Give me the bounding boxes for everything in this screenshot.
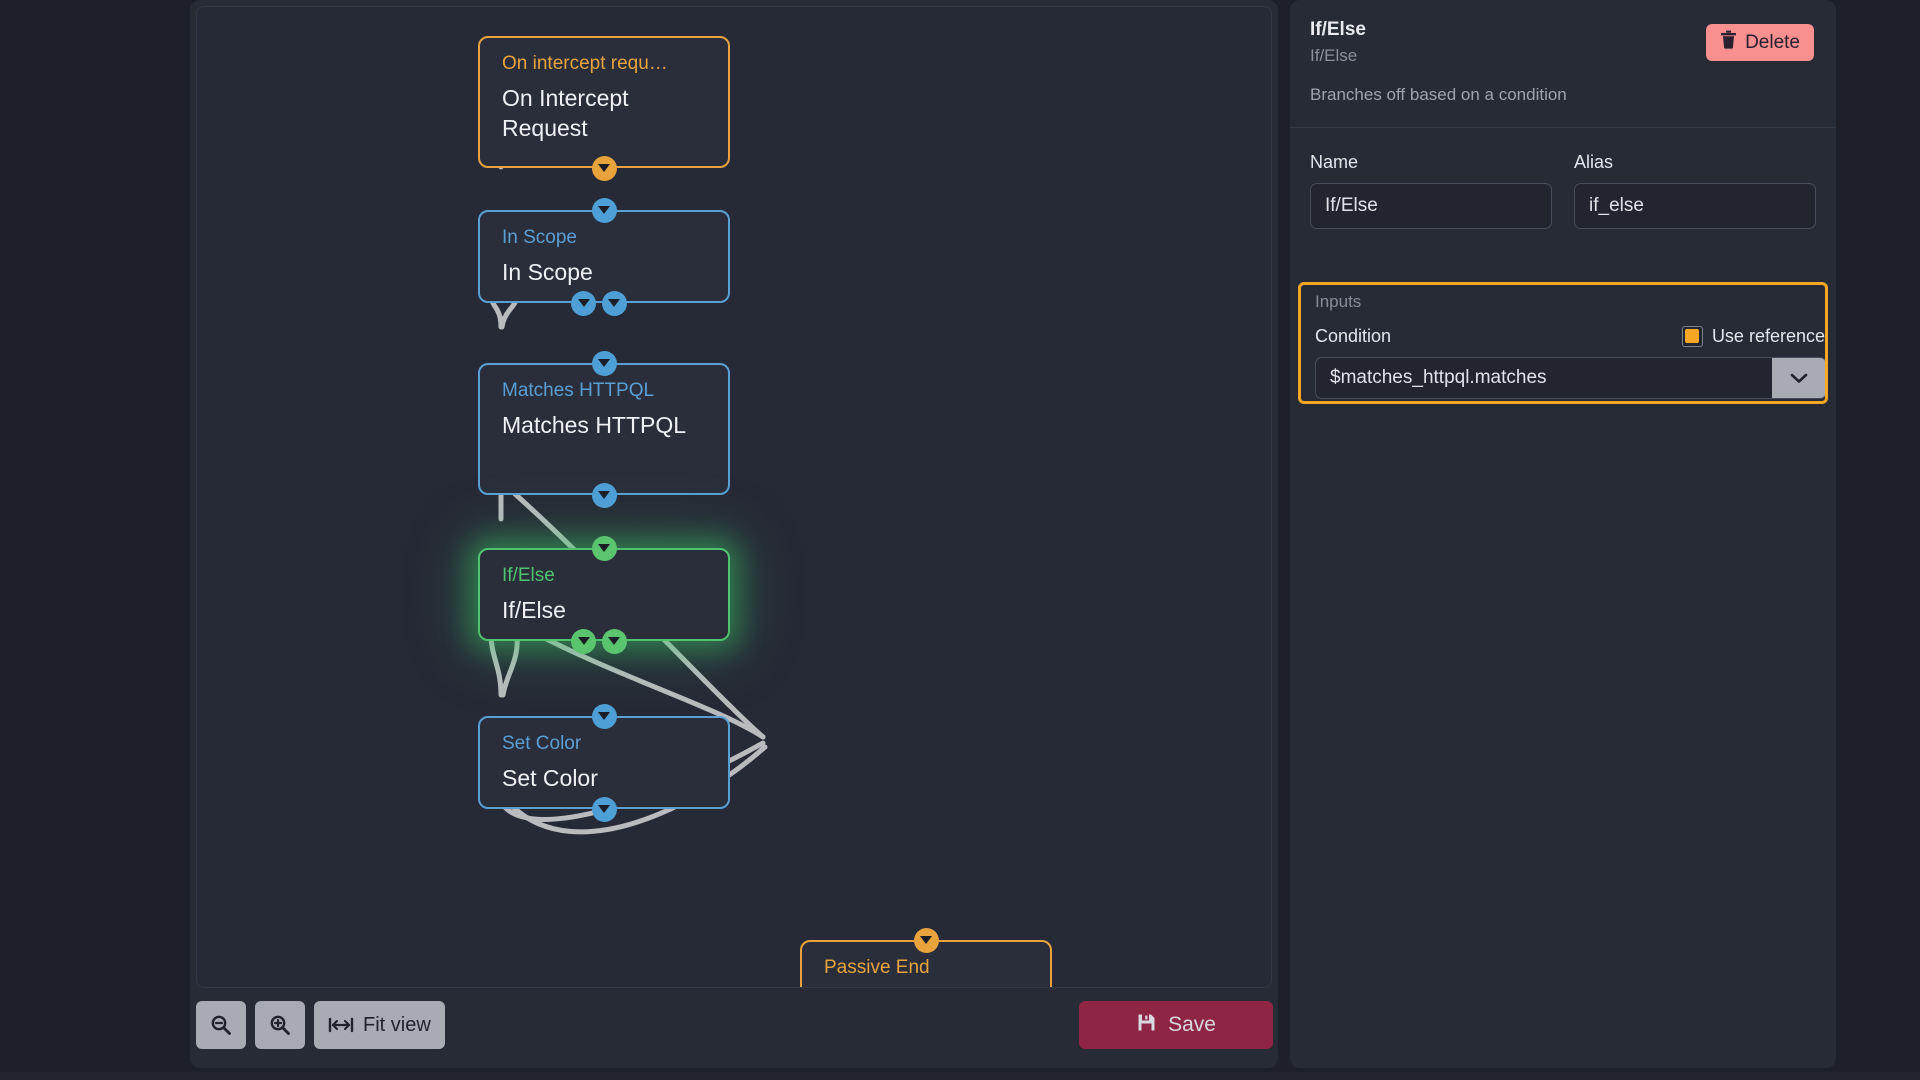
node-input-handle[interactable] [591,535,617,561]
node-input-handle[interactable] [591,703,617,729]
save-button[interactable]: Save [1079,1001,1273,1049]
name-alias-row: Name Alias [1290,128,1836,229]
node-input-handle[interactable] [913,927,939,953]
zoom-out-button[interactable] [196,1001,246,1049]
alias-field-group: Alias [1574,150,1816,229]
fit-view-icon [328,1015,354,1035]
node-type-label: Set Color [502,733,582,754]
delete-button[interactable]: Delete [1706,24,1814,61]
flow-node-if_else[interactable]: If/Else If/Else [478,548,730,641]
trash-icon [1720,30,1737,55]
condition-value: $matches_httpql.matches [1330,367,1547,388]
zoom-in-icon [269,1014,291,1036]
node-output-handle[interactable] [571,290,597,316]
node-type-label: In Scope [502,227,577,248]
delete-label: Delete [1745,31,1800,53]
properties-panel: If/Else If/Else Branches off based on a … [1290,0,1836,1068]
node-type-label: Matches HTTPQL [502,380,655,401]
edge-layer [488,136,768,835]
bottom-strip [0,1072,1920,1080]
node-title: On Intercept Request [502,85,629,141]
workflow-editor: On intercept requ… On Intercept Request In… [0,0,1920,1080]
node-type-label: If/Else [502,565,555,586]
fit-view-label: Fit view [363,1013,431,1036]
chevron-down-icon[interactable] [1772,358,1825,398]
flow-canvas-card: On intercept requ… On Intercept Request In… [190,0,1278,1068]
node-title: Passive End [824,987,1032,988]
inputs-section-label: Inputs [1315,292,1362,311]
node-output-handle[interactable] [591,796,617,822]
checkbox-fill-icon [1685,329,1700,343]
flow-canvas[interactable]: On intercept requ… On Intercept Request In… [196,6,1272,988]
alias-input[interactable] [1574,183,1816,229]
node-title: If/Else [502,597,566,623]
condition-label: Condition [1315,326,1392,346]
flow-node-set_color[interactable]: Set Color Set Color [478,716,730,809]
condition-row: Condition Use reference [1301,313,1825,347]
node-output-handle[interactable] [571,628,597,654]
panel-header: If/Else If/Else Branches off based on a … [1290,0,1836,128]
node-type-label: Passive End [824,957,930,978]
flow-node-on_intercept_request[interactable]: On intercept requ… On Intercept Request [478,36,730,168]
node-title: Matches HTTPQL [502,412,687,438]
node-title: Set Color [502,765,598,791]
save-label: Save [1168,1013,1216,1036]
node-input-handle[interactable] [591,197,617,223]
node-input-handle[interactable] [591,350,617,376]
node-output-handle[interactable] [601,628,627,654]
condition-select[interactable]: $matches_httpql.matches [1315,357,1825,399]
node-type-label: On intercept requ… [502,53,668,74]
flow-node-in_scope[interactable]: In Scope In Scope [478,210,730,303]
node-output-handle[interactable] [601,290,627,316]
name-input[interactable] [1310,183,1552,229]
node-output-handle[interactable] [591,482,617,508]
save-icon [1136,1012,1157,1039]
name-label: Name [1310,152,1359,172]
node-output-handle[interactable] [591,155,617,181]
canvas-toolbar: Fit view [196,1001,445,1049]
use-reference-toggle[interactable]: Use reference [1681,325,1825,347]
node-title: In Scope [502,259,593,285]
name-field-group: Name [1310,150,1552,229]
panel-description: Branches off based on a condition [1310,85,1567,104]
alias-label: Alias [1574,152,1614,172]
zoom-out-icon [210,1014,232,1036]
zoom-in-button[interactable] [255,1001,305,1049]
fit-view-button[interactable]: Fit view [314,1001,445,1049]
use-reference-label: Use reference [1711,325,1825,346]
use-reference-checkbox[interactable] [1681,325,1703,347]
flow-node-matches_httpql[interactable]: Matches HTTPQL Matches HTTPQL [478,363,730,495]
inputs-section: Inputs Condition Use reference $matches_… [1298,282,1828,404]
